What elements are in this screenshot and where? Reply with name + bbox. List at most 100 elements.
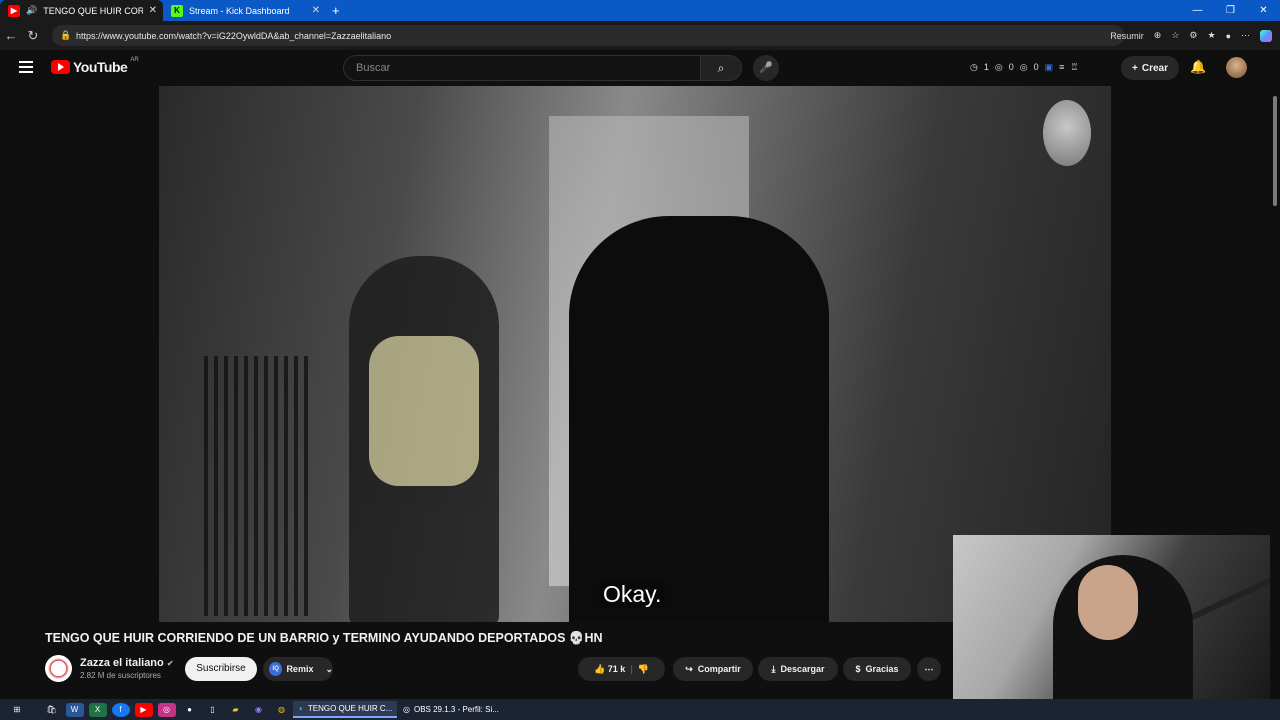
facebook-icon[interactable]: f xyxy=(111,702,130,717)
list-icon[interactable]: ≡ xyxy=(1059,62,1064,73)
url-text: https://www.youtube.com/watch?v=iG22Oywl… xyxy=(76,30,392,41)
iq-badge-icon: IQ xyxy=(269,662,283,676)
chrome-icon[interactable]: ◍ xyxy=(273,703,291,717)
star-icon[interactable]: ☆ xyxy=(1171,30,1179,41)
video-caption: Okay. xyxy=(599,581,666,608)
translate-icon[interactable]: ⊕ xyxy=(1154,30,1162,41)
youtube-icon: ▶ xyxy=(8,4,20,17)
eye-icon: ◎ xyxy=(1019,62,1028,72)
like-dislike-group: 👍 71 k | 👎 xyxy=(578,657,665,681)
webcam-overlay xyxy=(953,535,1280,720)
like-button[interactable]: 👍 71 k xyxy=(594,664,625,675)
thanks-label: Gracias xyxy=(865,664,899,674)
summarize-button[interactable]: Resumir xyxy=(1110,31,1144,41)
taskbar-item-label: OBS 29.1.3 - Perfil: Si... xyxy=(413,705,499,714)
excel-icon[interactable]: X xyxy=(88,702,107,717)
close-window-icon[interactable]: ✕ xyxy=(1247,5,1280,16)
trophy-icon[interactable]: ♖ xyxy=(1070,62,1078,73)
chevron-down-icon: ⌄ xyxy=(325,663,333,674)
more-icon[interactable]: ⋯ xyxy=(1241,30,1250,41)
close-tab-icon[interactable]: ✕ xyxy=(312,5,320,16)
subscribe-button[interactable]: Suscribirse xyxy=(185,657,257,681)
video-gate xyxy=(204,356,314,616)
remix-label: Remix xyxy=(286,664,314,674)
app-icon[interactable]: ◉ xyxy=(250,703,268,717)
download-label: Descargar xyxy=(780,664,825,674)
divider: | xyxy=(630,664,633,674)
tab-youtube[interactable]: ▶ 🔊 TENGO QUE HUIR CORRIENDO ✕ xyxy=(0,0,163,21)
share-label: Compartir xyxy=(697,664,741,674)
eye-icon: ◎ xyxy=(994,62,1003,72)
windows-taskbar: ⊞ 🛍 W X f ▶ ◎ ● ▯ ▰ ◉ ◍ ◐ TENGO QUE HUIR… xyxy=(0,699,1280,720)
channel-name[interactable]: Zazza el italiano ✔ xyxy=(80,657,174,669)
url-field[interactable]: 🔒 https://www.youtube.com/watch?v=iG22Oy… xyxy=(52,25,1124,46)
back-icon[interactable]: ← xyxy=(0,28,22,43)
folder-icon[interactable]: ▰ xyxy=(227,703,245,717)
browser-toolbar: Resumir ⊕ ☆ ⚙ ★ ● ⋯ xyxy=(1110,25,1272,46)
copilot-icon[interactable] xyxy=(1260,29,1272,42)
dislike-button[interactable]: 👎 xyxy=(638,664,649,675)
address-bar-row: ← ↻ 🔒 https://www.youtube.com/watch?v=iG… xyxy=(0,21,1280,50)
new-tab-button[interactable]: + xyxy=(332,3,340,18)
thanks-button[interactable]: $ Gracias xyxy=(843,657,911,681)
video-person-woman xyxy=(349,256,499,622)
region-code: AR xyxy=(130,57,139,63)
obs-icon: ◎ xyxy=(403,705,410,714)
extensions-icon[interactable]: ⚙ xyxy=(1189,30,1197,41)
create-label: Crear xyxy=(1141,62,1168,74)
store-icon[interactable]: 🛍 xyxy=(43,703,61,717)
remix-button[interactable]: IQ Remix ⌄ xyxy=(263,657,333,681)
channel-avatar[interactable] xyxy=(45,655,72,682)
lock-icon[interactable]: 🔒 xyxy=(60,30,71,41)
counter-value: 0 xyxy=(1008,62,1014,72)
like-count: 71 k xyxy=(607,663,626,674)
more-actions-button[interactable]: ⋯ xyxy=(917,657,941,681)
video-person-man xyxy=(569,216,829,622)
taskbar-item-label: TENGO QUE HUIR C... xyxy=(307,704,393,713)
clock-icon: ◷ xyxy=(970,62,978,72)
youtube-app-icon[interactable]: ▶ xyxy=(134,702,153,717)
iq-extension-icon[interactable]: ▣ xyxy=(1045,62,1054,73)
tab-label: Stream - Kick Dashboard xyxy=(189,5,289,16)
app-icon[interactable]: ● xyxy=(181,703,199,717)
browser-tab-bar: ▶ 🔊 TENGO QUE HUIR CORRIENDO ✕ K Stream … xyxy=(0,0,1280,21)
edge-icon: ◐ xyxy=(299,704,304,713)
maximize-icon[interactable]: ❐ xyxy=(1214,5,1247,16)
start-icon[interactable]: ⊞ xyxy=(8,703,26,717)
close-tab-icon[interactable]: ✕ xyxy=(149,5,157,16)
plus-icon: + xyxy=(1132,62,1138,74)
tab-label: TENGO QUE HUIR CORRIENDO xyxy=(43,5,144,16)
notifications-bell-icon[interactable]: 🔔 xyxy=(1190,59,1206,75)
minimize-icon[interactable]: — xyxy=(1181,5,1214,16)
youtube-logo[interactable]: YouTube AR xyxy=(51,57,139,75)
instagram-icon[interactable]: ◎ xyxy=(157,702,176,717)
verified-icon: ✔ xyxy=(166,659,174,668)
youtube-wordmark: YouTube xyxy=(73,59,128,75)
tab-kick[interactable]: K Stream - Kick Dashboard ✕ xyxy=(163,0,326,21)
youtube-header: YouTube AR Buscar ⌕ 🎤 ◷ 1 ◎ 0 ◎ 0 ▣ ≡ ♖ + C… xyxy=(0,50,1280,86)
subscriber-count: 2.82 M de suscriptores xyxy=(80,671,161,680)
page-scrollbar[interactable] xyxy=(1270,86,1280,699)
share-icon: ↪ xyxy=(685,663,693,674)
favorites-icon[interactable]: ★ xyxy=(1207,30,1215,41)
counter-value: 0 xyxy=(1033,62,1039,72)
user-avatar[interactable] xyxy=(1226,57,1247,78)
search-icon[interactable]: ⌕ xyxy=(700,55,742,81)
profile-icon[interactable]: ● xyxy=(1226,31,1231,41)
download-button[interactable]: ⤓ Descargar xyxy=(758,657,838,681)
counter-value: 1 xyxy=(983,62,989,72)
taskbar-item-edge[interactable]: ◐ TENGO QUE HUIR C... xyxy=(293,701,397,718)
thanks-icon: $ xyxy=(855,664,861,674)
kick-icon: K xyxy=(171,4,183,17)
create-button[interactable]: + Crear xyxy=(1121,56,1179,80)
reload-icon[interactable]: ↻ xyxy=(22,28,44,44)
search-input[interactable]: Buscar xyxy=(343,55,701,81)
word-icon[interactable]: W xyxy=(65,702,84,717)
share-button[interactable]: ↪ Compartir xyxy=(673,657,753,681)
notepad-icon[interactable]: ▯ xyxy=(204,703,222,717)
microphone-icon[interactable]: 🎤 xyxy=(753,55,779,81)
hamburger-menu-icon[interactable] xyxy=(19,61,33,76)
taskbar-item-obs[interactable]: ◎ OBS 29.1.3 - Perfil: Si... xyxy=(397,701,501,718)
speaker-icon[interactable]: 🔊 xyxy=(26,5,37,16)
download-icon: ⤓ xyxy=(771,663,776,674)
